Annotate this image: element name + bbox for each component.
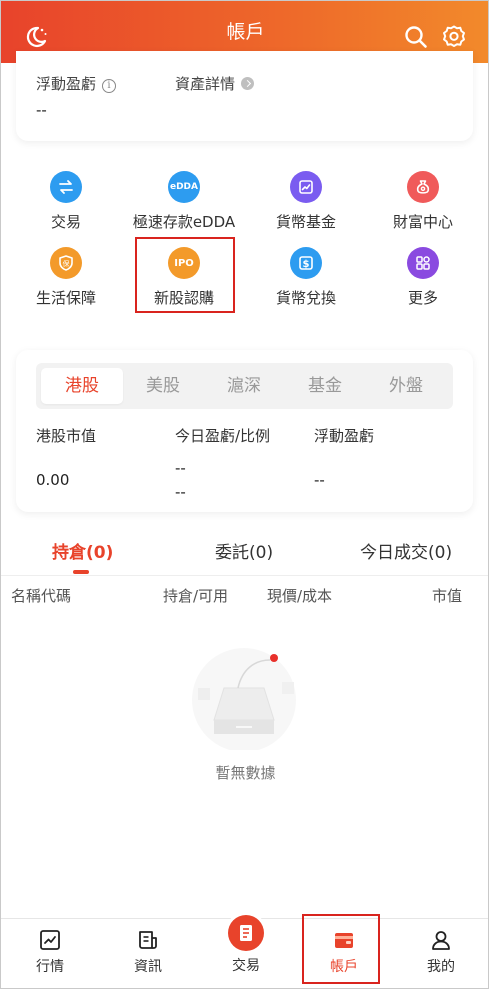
hk-market-value: 0.00	[36, 471, 70, 489]
tab-positions[interactable]: 持倉(0)	[52, 538, 113, 563]
trade-icon	[228, 915, 264, 951]
menu-item-life-protection[interactable]: 保 生活保障	[5, 247, 127, 308]
nav-market[interactable]: 行情	[1, 919, 99, 988]
swap-icon	[50, 171, 82, 203]
market-value-card: 港股 美股 滬深 基金 外盤 港股市值 今日盈虧/比例 浮動盈虧 0.00 --…	[16, 350, 473, 512]
insurance-shield-icon: 保	[50, 247, 82, 279]
svg-text:$: $	[303, 259, 310, 270]
account-highlight-box	[302, 914, 380, 984]
settings-gear-icon[interactable]	[441, 24, 467, 50]
divider	[1, 575, 488, 576]
today-pnl-value: --	[175, 459, 186, 477]
svg-text:保: 保	[63, 259, 70, 268]
hk-market-value-label: 港股市值	[36, 427, 97, 445]
bottom-navigation: 行情 資訊 交易 帳戶 我的	[1, 915, 488, 988]
nav-profile[interactable]: 我的	[392, 919, 488, 988]
nav-trade[interactable]: 交易	[197, 915, 295, 988]
menu-item-money-fund[interactable]: 貨幣基金	[245, 171, 367, 232]
edda-icon: eDDA	[168, 171, 200, 203]
floating-pnl-label-2: 浮動盈虧	[314, 427, 375, 445]
money-bag-icon	[407, 171, 439, 203]
fund-chart-icon	[290, 171, 322, 203]
floating-pnl-value: --	[36, 101, 47, 119]
more-grid-icon	[407, 247, 439, 279]
account-summary-card: 浮動盈虧 i 資產詳情 --	[16, 51, 473, 141]
market-tab-bar: 港股 美股 滬深 基金 外盤	[36, 363, 453, 409]
menu-item-wealth-center[interactable]: 財富中心	[362, 171, 484, 232]
col-name-code: 名稱代碼	[11, 587, 72, 605]
night-mode-icon[interactable]	[23, 24, 49, 50]
app-screen: 帳戶 浮動盈虧 i 資產詳情 -- 交易 eDDA 極速存款eDDA 貨幣基金 …	[0, 0, 489, 989]
profile-icon	[432, 931, 450, 950]
today-pnl-ratio: --	[175, 483, 186, 501]
menu-item-edda[interactable]: eDDA 極速存款eDDA	[123, 171, 245, 232]
tab-hk-stocks[interactable]: 港股	[41, 368, 123, 404]
menu-item-trade[interactable]: 交易	[5, 171, 127, 232]
col-market-value: 市值	[432, 587, 463, 605]
ipo-highlight-box	[135, 237, 235, 313]
menu-item-more[interactable]: 更多	[362, 247, 484, 308]
quick-menu-grid: 交易 eDDA 極速存款eDDA 貨幣基金 財富中心 保 生活保障 IPO 新股…	[1, 149, 488, 335]
tab-sh-sz[interactable]: 滬深	[203, 368, 285, 404]
tab-orders[interactable]: 委託(0)	[215, 538, 273, 563]
empty-state-text: 暫無數據	[215, 764, 276, 782]
positions-panel: 持倉(0) 委託(0) 今日成交(0) 名稱代碼 持倉/可用 現價/成本 市值 …	[1, 520, 488, 918]
tab-foreign[interactable]: 外盤	[365, 368, 447, 404]
today-pnl-label: 今日盈虧/比例	[175, 427, 271, 445]
info-icon[interactable]: i	[102, 79, 117, 93]
chevron-right-icon	[241, 77, 255, 90]
menu-item-currency-exchange[interactable]: $ 貨幣兌換	[245, 247, 367, 308]
col-price-cost: 現價/成本	[267, 587, 333, 605]
search-icon[interactable]	[403, 24, 429, 50]
asset-details-link[interactable]: 資產詳情	[175, 73, 255, 94]
tab-us-stocks[interactable]: 美股	[122, 368, 204, 404]
tab-funds[interactable]: 基金	[284, 368, 366, 404]
col-holding-available: 持倉/可用	[163, 587, 229, 605]
currency-exchange-icon: $	[290, 247, 322, 279]
tab-today-trades[interactable]: 今日成交(0)	[360, 538, 452, 563]
empty-inbox-icon	[192, 648, 296, 750]
floating-pnl-value-2: --	[314, 471, 325, 489]
news-icon	[139, 931, 157, 949]
active-tab-indicator	[73, 570, 89, 574]
nav-news[interactable]: 資訊	[99, 919, 197, 988]
floating-pnl-label: 浮動盈虧 i	[36, 73, 117, 94]
market-trend-icon	[40, 930, 60, 950]
